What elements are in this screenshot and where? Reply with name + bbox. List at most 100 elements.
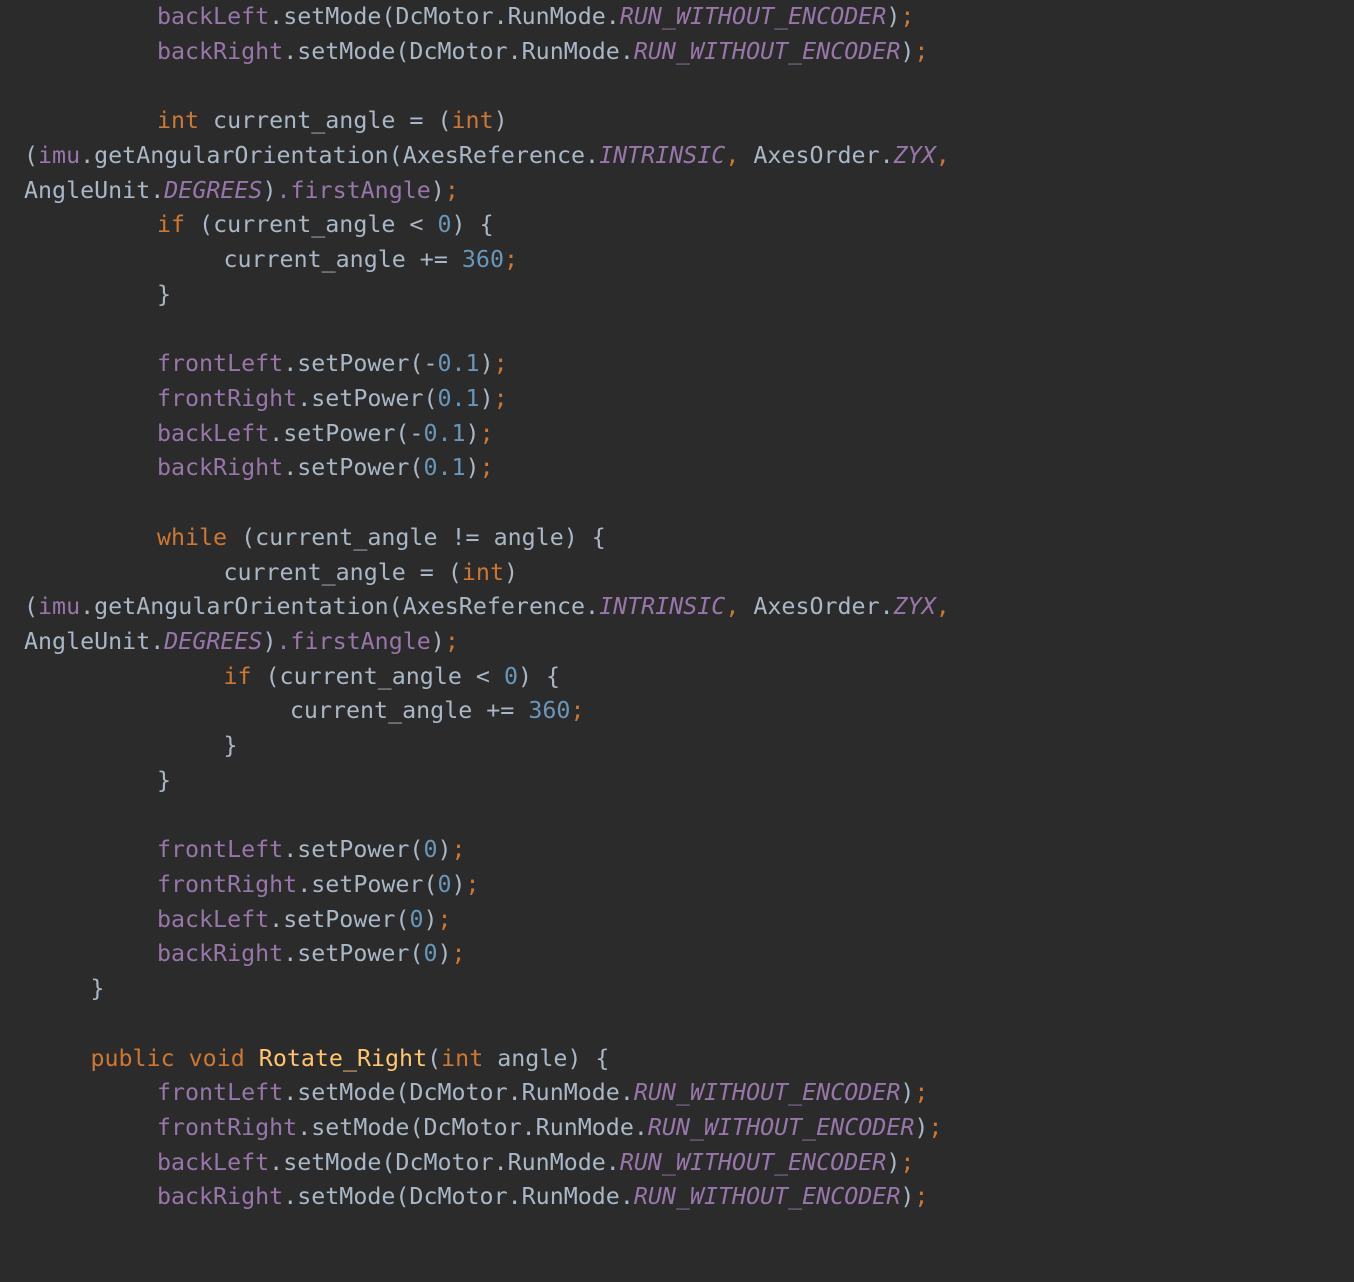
code-line[interactable]: AngleUnit.DEGREES).firstAngle); bbox=[0, 174, 1354, 209]
code-token-default: ( bbox=[423, 870, 438, 898]
code-line[interactable]: backLeft.setPower(0); bbox=[0, 903, 1354, 938]
code-token-field: frontLeft bbox=[156, 350, 284, 378]
code-token-number: 0.1 bbox=[423, 419, 466, 447]
code-token-punct: ; bbox=[914, 37, 929, 65]
code-line[interactable]: (imu.getAngularOrientation(AxesReference… bbox=[0, 139, 1354, 174]
code-token-default: ( bbox=[427, 1044, 442, 1072]
code-token-number: 0 bbox=[423, 940, 438, 968]
code-token-keyword: if bbox=[223, 662, 252, 690]
code-token-default: current_angle += bbox=[223, 246, 462, 274]
code-token-const: RUN_WITHOUT_ENCODER bbox=[633, 1079, 901, 1107]
code-token-default: current_angle = bbox=[199, 107, 438, 135]
code-token-field: frontRight bbox=[156, 384, 298, 412]
code-line[interactable] bbox=[0, 312, 1354, 347]
code-token-default: .setMode bbox=[283, 1183, 396, 1211]
code-token-field: backRight bbox=[156, 454, 284, 482]
code-token-punct: ; bbox=[479, 454, 494, 482]
code-token-default: (current_angle < bbox=[185, 211, 438, 239]
code-token-default: (DcMotor.RunMode. bbox=[395, 37, 634, 65]
code-token-default: current_angle = bbox=[223, 558, 448, 586]
code-line[interactable]: current_angle = (int) bbox=[0, 556, 1354, 591]
code-token-default: .setPower bbox=[269, 419, 396, 447]
code-token-default: ) bbox=[423, 905, 438, 933]
code-token-punct: ; bbox=[900, 1148, 915, 1176]
code-token-keyword: int bbox=[441, 1044, 484, 1072]
code-editor-view[interactable]: backLeft.setMode(DcMotor.RunMode.RUN_WIT… bbox=[0, 0, 1354, 1282]
code-token-default: (DcMotor.RunMode. bbox=[395, 1079, 634, 1107]
code-line[interactable]: frontRight.setMode(DcMotor.RunMode.RUN_W… bbox=[0, 1111, 1354, 1146]
code-token-default: ) bbox=[437, 940, 452, 968]
code-line[interactable] bbox=[0, 69, 1354, 104]
code-token-punct: ; bbox=[928, 1114, 943, 1141]
code-token-const: RUN_WITHOUT_ENCODER bbox=[633, 1183, 901, 1211]
code-token-punct: ; bbox=[493, 350, 508, 378]
code-token-default: .getAngularOrientation(AxesReference. bbox=[80, 141, 600, 169]
code-line[interactable]: (imu.getAngularOrientation(AxesReference… bbox=[0, 590, 1354, 625]
code-token-field: backLeft bbox=[156, 419, 270, 447]
code-token-default: .setMode bbox=[297, 1114, 410, 1141]
code-token-number: 0.1 bbox=[437, 350, 480, 378]
code-line[interactable]: } bbox=[0, 729, 1354, 764]
code-line[interactable]: backLeft.setPower(-0.1); bbox=[0, 417, 1354, 452]
code-token-number: 0 bbox=[437, 211, 452, 239]
code-line[interactable]: if (current_angle < 0) { bbox=[0, 660, 1354, 695]
code-token-field: frontRight bbox=[156, 870, 298, 898]
code-token-default: ( bbox=[409, 836, 424, 864]
code-token-default: } bbox=[90, 975, 105, 1003]
code-token-field: backLeft bbox=[156, 905, 270, 933]
code-line[interactable] bbox=[0, 799, 1354, 834]
code-token-field: .firstAngle bbox=[276, 627, 431, 655]
code-line[interactable]: frontLeft.setPower(-0.1); bbox=[0, 347, 1354, 382]
code-token-const: RUN_WITHOUT_ENCODER bbox=[619, 1148, 887, 1176]
code-token-default: ) bbox=[886, 1148, 901, 1176]
code-line[interactable]: while (current_angle != angle) { bbox=[0, 521, 1354, 556]
code-token-default: .setPower bbox=[283, 350, 410, 378]
code-line[interactable]: frontRight.setPower(0.1); bbox=[0, 382, 1354, 417]
code-token-default: .setMode bbox=[269, 3, 382, 30]
code-token-default: (- bbox=[409, 350, 438, 378]
code-line[interactable]: backLeft.setMode(DcMotor.RunMode.RUN_WIT… bbox=[0, 0, 1354, 35]
code-line[interactable] bbox=[0, 486, 1354, 521]
code-token-punct: ; bbox=[503, 246, 518, 274]
code-line[interactable]: frontRight.setPower(0); bbox=[0, 868, 1354, 903]
code-line[interactable]: backRight.setMode(DcMotor.RunMode.RUN_WI… bbox=[0, 35, 1354, 70]
code-token-field: backRight bbox=[156, 1183, 284, 1211]
code-token-default bbox=[245, 1045, 259, 1072]
code-token-default: ( bbox=[395, 905, 410, 933]
code-line[interactable]: frontLeft.setPower(0); bbox=[0, 833, 1354, 868]
code-token-punct: ; bbox=[437, 905, 452, 933]
code-token-punct: ; bbox=[444, 627, 459, 655]
code-line[interactable]: } bbox=[0, 278, 1354, 313]
code-line[interactable]: public void Rotate_Right(int angle) { bbox=[0, 1042, 1354, 1077]
code-token-keyword: int bbox=[461, 558, 504, 586]
code-line[interactable]: backRight.setPower(0.1); bbox=[0, 451, 1354, 486]
code-token-default: ) bbox=[479, 350, 494, 378]
code-line[interactable]: current_angle += 360; bbox=[0, 694, 1354, 729]
code-line[interactable] bbox=[0, 1007, 1354, 1042]
code-token-default: .setPower bbox=[297, 870, 424, 898]
code-token-const: RUN_WITHOUT_ENCODER bbox=[647, 1114, 915, 1141]
code-line[interactable]: backRight.setMode(DcMotor.RunMode.RUN_WI… bbox=[0, 1180, 1354, 1215]
code-token-field: imu bbox=[38, 141, 81, 169]
code-token-number: 0 bbox=[437, 870, 452, 898]
code-token-default: AxesOrder. bbox=[739, 593, 894, 621]
code-line[interactable]: backRight.setPower(0); bbox=[0, 937, 1354, 972]
code-token-field: backRight bbox=[156, 37, 284, 65]
code-token-default: (DcMotor.RunMode. bbox=[395, 1183, 634, 1211]
code-line[interactable]: backLeft.setMode(DcMotor.RunMode.RUN_WIT… bbox=[0, 1146, 1354, 1181]
code-line[interactable]: } bbox=[0, 972, 1354, 1007]
code-token-default: ) bbox=[262, 176, 277, 204]
code-token-default: ) { bbox=[518, 662, 561, 690]
code-token-default: .setMode bbox=[283, 37, 396, 65]
code-token-const: INTRINSIC bbox=[599, 141, 726, 169]
code-token-default: ( bbox=[437, 107, 452, 135]
code-line[interactable]: if (current_angle < 0) { bbox=[0, 208, 1354, 243]
code-line[interactable]: } bbox=[0, 764, 1354, 799]
code-token-default: } bbox=[156, 280, 171, 308]
code-line[interactable]: int current_angle = (int) bbox=[0, 104, 1354, 139]
code-token-punct: ; bbox=[493, 384, 508, 412]
code-token-default: .setPower bbox=[269, 905, 396, 933]
code-line[interactable]: frontLeft.setMode(DcMotor.RunMode.RUN_WI… bbox=[0, 1076, 1354, 1111]
code-line[interactable]: current_angle += 360; bbox=[0, 243, 1354, 278]
code-line[interactable]: AngleUnit.DEGREES).firstAngle); bbox=[0, 625, 1354, 660]
